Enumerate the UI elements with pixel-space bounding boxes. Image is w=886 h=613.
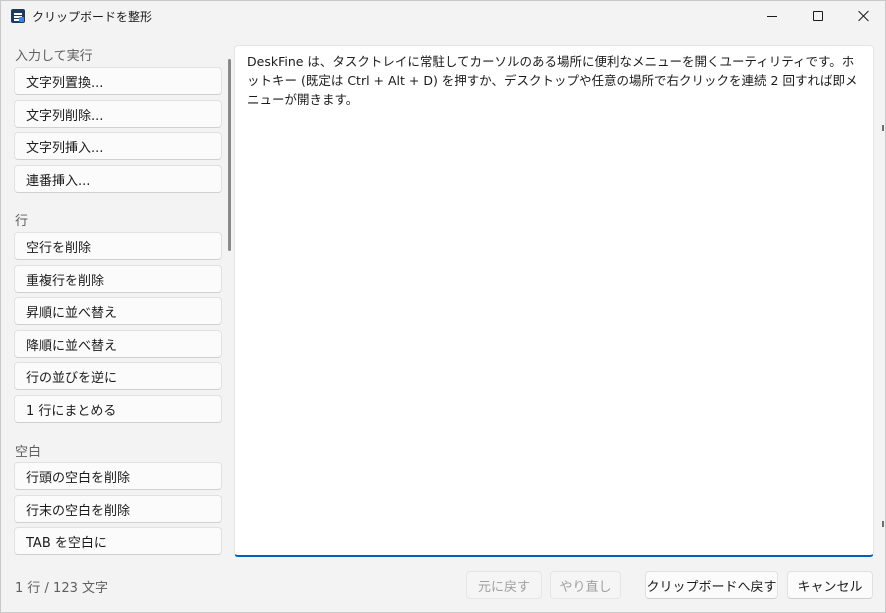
trim-trailing-space-button[interactable]: 行末の空白を削除 (14, 495, 222, 523)
cancel-button[interactable]: キャンセル (787, 571, 873, 599)
insert-string-button[interactable]: 文字列挿入... (14, 132, 222, 160)
title-bar[interactable]: クリップボードを整形 (1, 1, 885, 31)
sort-descending-button[interactable]: 降順に並べ替え (14, 330, 222, 358)
section-header-input-execute: 入力して実行 (15, 49, 93, 64)
resize-edge-mark (882, 125, 884, 131)
undo-button[interactable]: 元に戻す (466, 571, 542, 599)
clipboard-text-editor[interactable]: DeskFine は、タスクトレイに常駐してカーソルのある場所に便利なメニューを… (234, 45, 874, 557)
editor-content[interactable]: DeskFine は、タスクトレイに常駐してカーソルのある場所に便利なメニューを… (247, 52, 861, 109)
delete-empty-lines-button[interactable]: 空行を削除 (14, 232, 222, 260)
maximize-icon (813, 11, 823, 21)
resize-edge-mark (882, 521, 884, 527)
delete-duplicate-lines-button[interactable]: 重複行を削除 (14, 265, 222, 293)
window-title: クリップボードを整形 (32, 10, 153, 24)
join-lines-button[interactable]: 1 行にまとめる (14, 395, 222, 423)
command-list[interactable]: 入力して実行 文字列置換... 文字列削除... 文字列挿入... 連番挿入..… (1, 41, 229, 557)
section-header-whitespace: 空白 (15, 445, 42, 460)
trim-leading-space-button[interactable]: 行頭の空白を削除 (14, 462, 222, 490)
dialog-window: クリップボードを整形 入力して実行 文字列置換... 文字列削除... 文字列挿… (0, 0, 886, 613)
restore-to-clipboard-button[interactable]: クリップボードへ戻す (645, 571, 778, 599)
insert-sequence-button[interactable]: 連番挿入... (14, 165, 222, 193)
command-list-scrollbar[interactable] (228, 59, 231, 251)
minimize-button[interactable] (749, 1, 795, 31)
clipboard-list-icon (11, 9, 25, 23)
section-header-lines: 行 (15, 214, 29, 229)
maximize-button[interactable] (795, 1, 841, 31)
reverse-lines-button[interactable]: 行の並びを逆に (14, 362, 222, 390)
tab-to-space-button[interactable]: TAB を空白に (14, 527, 222, 555)
close-icon (858, 10, 870, 22)
status-line-char-count: 1 行 / 123 文字 (15, 581, 108, 596)
delete-string-button[interactable]: 文字列削除... (14, 100, 222, 128)
minimize-icon (767, 15, 777, 17)
sort-ascending-button[interactable]: 昇順に並べ替え (14, 297, 222, 325)
redo-button[interactable]: やり直し (550, 571, 621, 599)
replace-string-button[interactable]: 文字列置換... (14, 67, 222, 95)
close-button[interactable] (841, 1, 886, 31)
